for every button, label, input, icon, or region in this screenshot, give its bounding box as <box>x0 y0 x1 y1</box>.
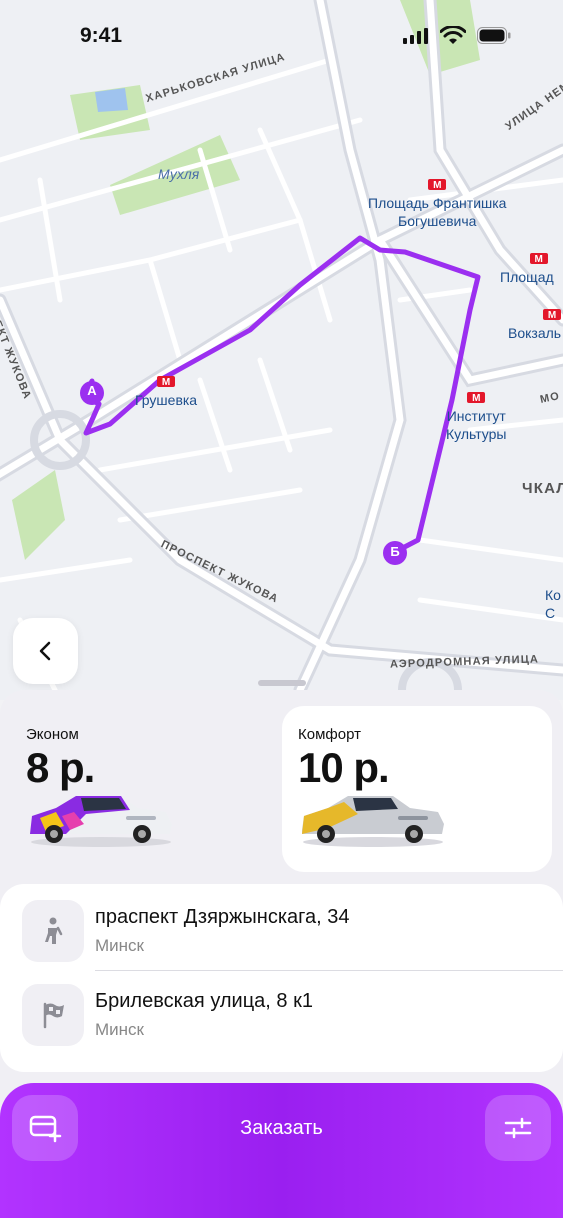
tariff-name: Эконом <box>26 726 79 743</box>
cellular-signal-icon <box>403 28 428 44</box>
point-b-label: Б <box>390 544 400 559</box>
pedestrian-icon <box>22 900 84 962</box>
route-to-city: Минск <box>95 1020 144 1039</box>
tariff-price: 10 р. <box>298 744 390 791</box>
tariff-name: Комфорт <box>298 726 361 743</box>
water-label: Мухля <box>158 166 200 182</box>
metro-icon <box>467 390 486 408</box>
metro-icon <box>529 251 548 269</box>
metro-icon <box>543 307 562 325</box>
route-from-address: праспект Дзяржынскага, 34 <box>95 906 350 928</box>
street-label-chkala: ЧКАЛ <box>522 480 563 497</box>
sliders-icon <box>504 1117 532 1139</box>
order-bar: Заказать <box>0 1083 563 1218</box>
route-card: праспект Дзяржынскага, 34 Минск Брилевск… <box>0 884 563 1072</box>
tariff-card-comfort[interactable]: Комфорт 10 р. <box>282 706 552 872</box>
back-button[interactable] <box>13 618 78 684</box>
chevron-left-icon <box>39 641 50 661</box>
metro-frantishka[interactable]: Площадь Франтишка Богушевича <box>368 176 506 230</box>
route-to-address: Брилевская улица, 8 к1 <box>95 990 313 1012</box>
battery-icon <box>477 27 511 44</box>
order-button[interactable]: Заказать <box>0 1117 563 1140</box>
status-time: 9:41 <box>80 24 123 47</box>
car-comfort-image <box>302 796 444 847</box>
metro-icon <box>428 177 447 195</box>
route-from-city: Минск <box>95 936 144 955</box>
metro-vokzal[interactable]: Вокзаль <box>508 306 562 342</box>
car-econom-image <box>30 796 172 847</box>
tariff-price: 8 р. <box>26 744 95 791</box>
metro-grushevka[interactable]: Грушевка <box>135 373 197 409</box>
route-divider <box>95 970 563 971</box>
map-canvas <box>0 0 563 700</box>
tariff-card-econom[interactable]: Эконом 8 р. <box>0 706 276 872</box>
finish-flag-icon <box>22 984 84 1046</box>
metro-ko[interactable]: Ко С <box>545 586 561 622</box>
bottom-sheet: Эконом 8 р. Комфорт 10 р. праспект Дзярж… <box>0 690 563 1218</box>
metro-icon <box>157 374 176 392</box>
wifi-icon <box>440 26 466 44</box>
metro-ploshchad[interactable]: Площад <box>500 250 554 286</box>
map-view[interactable]: ХАРЬКОВСКАЯ УЛИЦА УЛИЦА НЕМ ПЕКТ ЖУКОВА … <box>0 0 563 700</box>
point-a-label: А <box>87 383 97 398</box>
sheet-drag-handle[interactable] <box>258 680 306 686</box>
route-from-row[interactable]: праспект Дзяржынскага, 34 Минск <box>22 900 542 964</box>
status-bar: 9:41 <box>0 0 563 70</box>
route-to-row[interactable]: Брилевская улица, 8 к1 Минск <box>22 984 542 1048</box>
filters-button[interactable] <box>485 1095 551 1161</box>
metro-institut[interactable]: Институт Культуры <box>446 389 506 443</box>
